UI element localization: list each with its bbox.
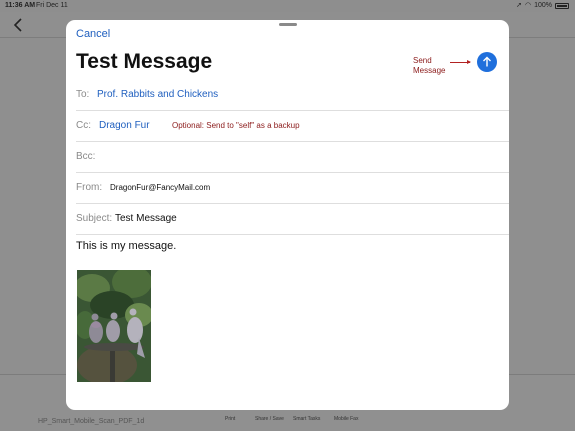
toolbar-mobile-fax[interactable]: Mobile Fax bbox=[334, 416, 358, 422]
status-bar: 11:36 AM Fri Dec 11 ➚ ◠ 100% bbox=[0, 0, 575, 12]
attached-photo-pigeons[interactable] bbox=[77, 270, 151, 382]
pigeons-image bbox=[77, 270, 151, 382]
send-annotation-line-1: Send bbox=[413, 56, 432, 65]
to-field[interactable]: To: Prof. Rabbits and Chickens bbox=[76, 80, 509, 111]
subject-input[interactable]: Test Message bbox=[115, 204, 177, 234]
compose-title: Test Message bbox=[76, 50, 213, 73]
cc-label: Cc: bbox=[76, 120, 91, 131]
bcc-field[interactable]: Bcc: bbox=[76, 142, 509, 173]
status-indicators: ➚ ◠ 100% bbox=[516, 2, 569, 9]
wifi-icon: ◠ bbox=[524, 2, 532, 9]
status-date: Fri Dec 11 bbox=[36, 2, 68, 9]
battery-icon bbox=[555, 2, 569, 9]
mail-compose-sheet: Cancel Test Message Send Message To: Pro… bbox=[66, 20, 509, 410]
location-icon: ➚ bbox=[516, 2, 522, 9]
cc-recipient[interactable]: Dragon Fur bbox=[99, 111, 150, 141]
toolbar-share-save[interactable]: Share / Save bbox=[255, 416, 284, 422]
arrow-up-icon bbox=[483, 56, 491, 67]
from-address[interactable]: DragonFur@FancyMail.com bbox=[110, 173, 210, 203]
toolbar-print[interactable]: Print bbox=[225, 416, 235, 422]
annotation-arrow-icon bbox=[450, 60, 471, 64]
bcc-label: Bcc: bbox=[76, 151, 96, 162]
message-body[interactable]: This is my message. bbox=[76, 240, 176, 252]
subject-label: Subject: bbox=[76, 213, 113, 224]
cancel-button[interactable]: Cancel bbox=[76, 28, 110, 40]
sheet-grabber[interactable] bbox=[279, 23, 297, 26]
cc-field[interactable]: Cc: Dragon Fur Optional: Send to "self" … bbox=[76, 111, 509, 142]
status-time: 11:36 AM bbox=[5, 2, 36, 9]
from-label: From: bbox=[76, 182, 103, 193]
back-chevron-icon[interactable] bbox=[12, 18, 24, 32]
from-field[interactable]: From: DragonFur@FancyMail.com bbox=[76, 173, 509, 204]
cc-annotation: Optional: Send to "self" as a backup bbox=[172, 121, 300, 130]
scan-filename: HP_Smart_Mobile_Scan_PDF_1d bbox=[38, 418, 145, 425]
to-label: To: bbox=[76, 89, 90, 100]
to-recipient[interactable]: Prof. Rabbits and Chickens bbox=[97, 80, 218, 110]
toolbar-smart-tasks[interactable]: Smart Tasks bbox=[293, 416, 320, 422]
send-annotation: Send Message bbox=[413, 56, 445, 76]
send-annotation-line-2: Message bbox=[413, 66, 446, 75]
battery-percent: 100% bbox=[534, 2, 552, 9]
send-button[interactable] bbox=[477, 52, 497, 72]
subject-field[interactable]: Subject: Test Message bbox=[76, 204, 509, 235]
